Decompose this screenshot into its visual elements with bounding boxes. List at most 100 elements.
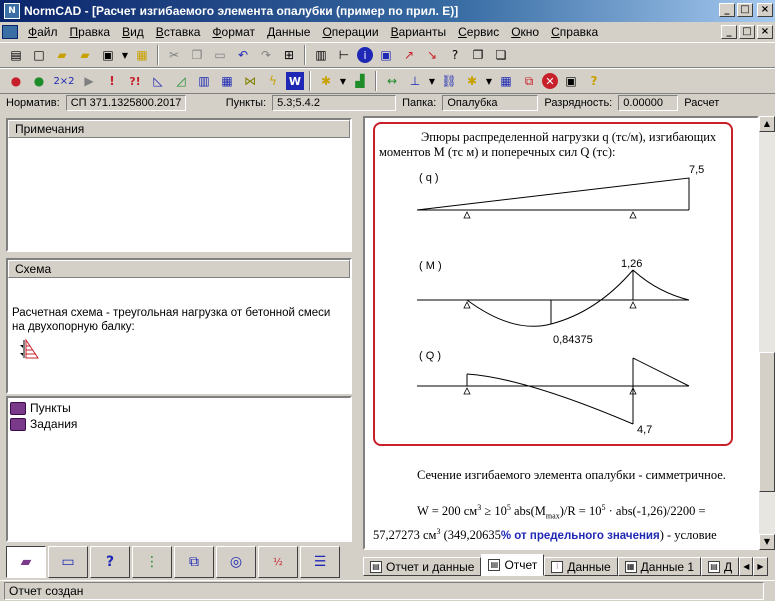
open-template-icon[interactable]: ▰ (75, 45, 95, 65)
digits-value[interactable]: 0.00000 (618, 95, 679, 111)
notes-body[interactable] (8, 138, 350, 250)
warning-question-icon[interactable]: ?! (125, 71, 145, 91)
tab-data[interactable]: ⁝ Данные (544, 557, 618, 576)
lightning-icon[interactable]: ϟ (263, 71, 283, 91)
two-by-two-icon[interactable]: 2×2 (52, 71, 76, 91)
word-export-icon[interactable]: W (286, 72, 304, 90)
hierarchy-icon[interactable]: ⊥ (405, 71, 425, 91)
open-folder-icon[interactable]: ▰ (52, 45, 72, 65)
scroll-thumb[interactable] (759, 352, 775, 492)
menu-view[interactable]: Вид (116, 25, 150, 39)
scroll-down-icon[interactable]: ▼ (759, 534, 775, 550)
cut-icon[interactable]: ✂ (164, 45, 184, 65)
menu-format[interactable]: Формат (206, 25, 261, 39)
about-icon[interactable]: ❏ (491, 45, 511, 65)
m-diagram (417, 269, 690, 327)
norm-value[interactable]: СП 371.1325800.2017 (65, 95, 186, 111)
scroll-up-icon[interactable]: ▲ (759, 116, 775, 132)
menu-variants[interactable]: Варианты (385, 25, 453, 39)
tab-computer-icon[interactable]: ▭ (48, 546, 88, 578)
menu-edit[interactable]: Правка (64, 25, 117, 39)
report-view[interactable]: Эпюры распределенной нагрузки q (тс/м), … (363, 116, 759, 550)
tab-label: Данные (567, 559, 611, 574)
redo-icon[interactable]: ↷ (256, 45, 276, 65)
info-icon[interactable]: i (357, 47, 373, 63)
dropdown-arrow-icon[interactable]: ▼ (428, 71, 436, 91)
menu-window[interactable]: Окно (505, 25, 545, 39)
arrow-down-icon[interactable]: ↘ (422, 45, 442, 65)
gear-icon[interactable]: ✱ (316, 71, 336, 91)
save-icon[interactable]: ▣ (98, 45, 118, 65)
warning-icon[interactable]: ! (102, 71, 122, 91)
menu-service[interactable]: Сервис (452, 25, 505, 39)
bar-chart-icon[interactable]: ▥ (194, 71, 214, 91)
paste-icon[interactable]: ▭ (210, 45, 230, 65)
close-button[interactable]: × (757, 3, 773, 17)
app-icon[interactable]: N (4, 3, 20, 19)
menu-insert[interactable]: Вставка (150, 25, 207, 39)
mdi-restore-button[interactable]: □ (739, 25, 755, 39)
levels-icon[interactable]: ▟ (350, 71, 370, 91)
undo-icon[interactable]: ↶ (233, 45, 253, 65)
tree-item-tasks[interactable]: Задания (10, 416, 348, 432)
tab-report[interactable]: ▤ Отчет (481, 554, 545, 576)
title-separator: - (81, 4, 93, 18)
tabs-scroll-left-icon[interactable]: ◀ (739, 557, 754, 576)
report-scrollbar[interactable]: ▲ ▼ (759, 116, 775, 550)
tab-list-icon[interactable]: ☰ (300, 546, 340, 578)
menu-data[interactable]: Данные (261, 25, 316, 39)
mdi-close-button[interactable]: × (757, 25, 773, 39)
insert-table-icon[interactable]: ▥ (311, 45, 331, 65)
resize-icon[interactable]: ↔ (382, 71, 402, 91)
stop-icon[interactable]: ● (6, 71, 26, 91)
points-value[interactable]: 5.3;5.4.2 (272, 95, 397, 111)
dropdown-arrow-icon[interactable]: ▼ (121, 45, 129, 65)
tab-data-1[interactable]: ▦ Данные 1 (617, 557, 702, 576)
tab-compass-icon[interactable]: ◎ (216, 546, 256, 578)
scheme-body: Расчетная схема - треугольная нагрузка о… (8, 278, 350, 392)
tab-books-icon[interactable]: ▰ (6, 546, 46, 578)
compare-icon[interactable]: ⧉ (519, 71, 539, 91)
beam-icon[interactable]: ⋈ (240, 71, 260, 91)
menu-file[interactable]: Файл (22, 25, 64, 39)
menu-operations[interactable]: Операции (316, 25, 384, 39)
copy-icon[interactable]: ❐ (187, 45, 207, 65)
tab-windows-icon[interactable]: ⧉ (174, 546, 214, 578)
calc-icon[interactable]: ● (29, 71, 49, 91)
minimize-button[interactable]: _ (719, 3, 735, 17)
grid-icon[interactable]: ▦ (132, 45, 152, 65)
new-document-icon[interactable]: □ (29, 45, 49, 65)
tab-d[interactable]: ▤ Д (701, 557, 740, 576)
chart-area-icon[interactable]: ◿ (171, 71, 191, 91)
folder-value[interactable]: Опалубка (442, 95, 539, 111)
tabs-scroll-right-icon[interactable]: ▶ (753, 557, 768, 576)
help-icon[interactable]: ? (445, 45, 465, 65)
tab-report-and-data[interactable]: ▤ Отчет и данные (363, 557, 482, 576)
section-icon[interactable]: ◺ (148, 71, 168, 91)
mdi-minimize-button[interactable]: _ (721, 25, 737, 39)
left-pane: Примечания Схема Расчетная схема - треуг… (6, 116, 352, 546)
tree-item-points[interactable]: Пункты (10, 400, 348, 416)
question-icon[interactable]: ? (584, 71, 604, 91)
table-grid-icon[interactable]: ▦ (217, 71, 237, 91)
preview-icon[interactable]: ▣ (376, 45, 396, 65)
cancel-icon[interactable]: ✕ (542, 73, 558, 89)
doc-icon[interactable] (2, 25, 18, 39)
dropdown-arrow-icon[interactable]: ▼ (485, 71, 493, 91)
find-icon[interactable]: ⊞ (279, 45, 299, 65)
calculator-icon[interactable]: ▤ (6, 45, 26, 65)
tab-traffic-light-icon[interactable]: ⋮ (132, 546, 172, 578)
arrow-up-icon[interactable]: ↗ (399, 45, 419, 65)
settings-icon[interactable]: ▣ (561, 71, 581, 91)
tab-help-icon[interactable]: ? (90, 546, 130, 578)
dropdown-arrow-icon[interactable]: ▼ (339, 71, 347, 91)
run-icon[interactable]: ▶ (79, 71, 99, 91)
calendar-icon[interactable]: ▦ (496, 71, 516, 91)
tab-fractions-icon[interactable]: ½ (258, 546, 298, 578)
tree-icon[interactable]: ⊢ (334, 45, 354, 65)
tools-icon[interactable]: ✱ (462, 71, 482, 91)
maximize-button[interactable]: □ (737, 3, 753, 17)
help-book-icon[interactable]: ❐ (468, 45, 488, 65)
link-icon[interactable]: ⛓ (439, 71, 459, 91)
menu-help[interactable]: Справка (545, 25, 604, 39)
